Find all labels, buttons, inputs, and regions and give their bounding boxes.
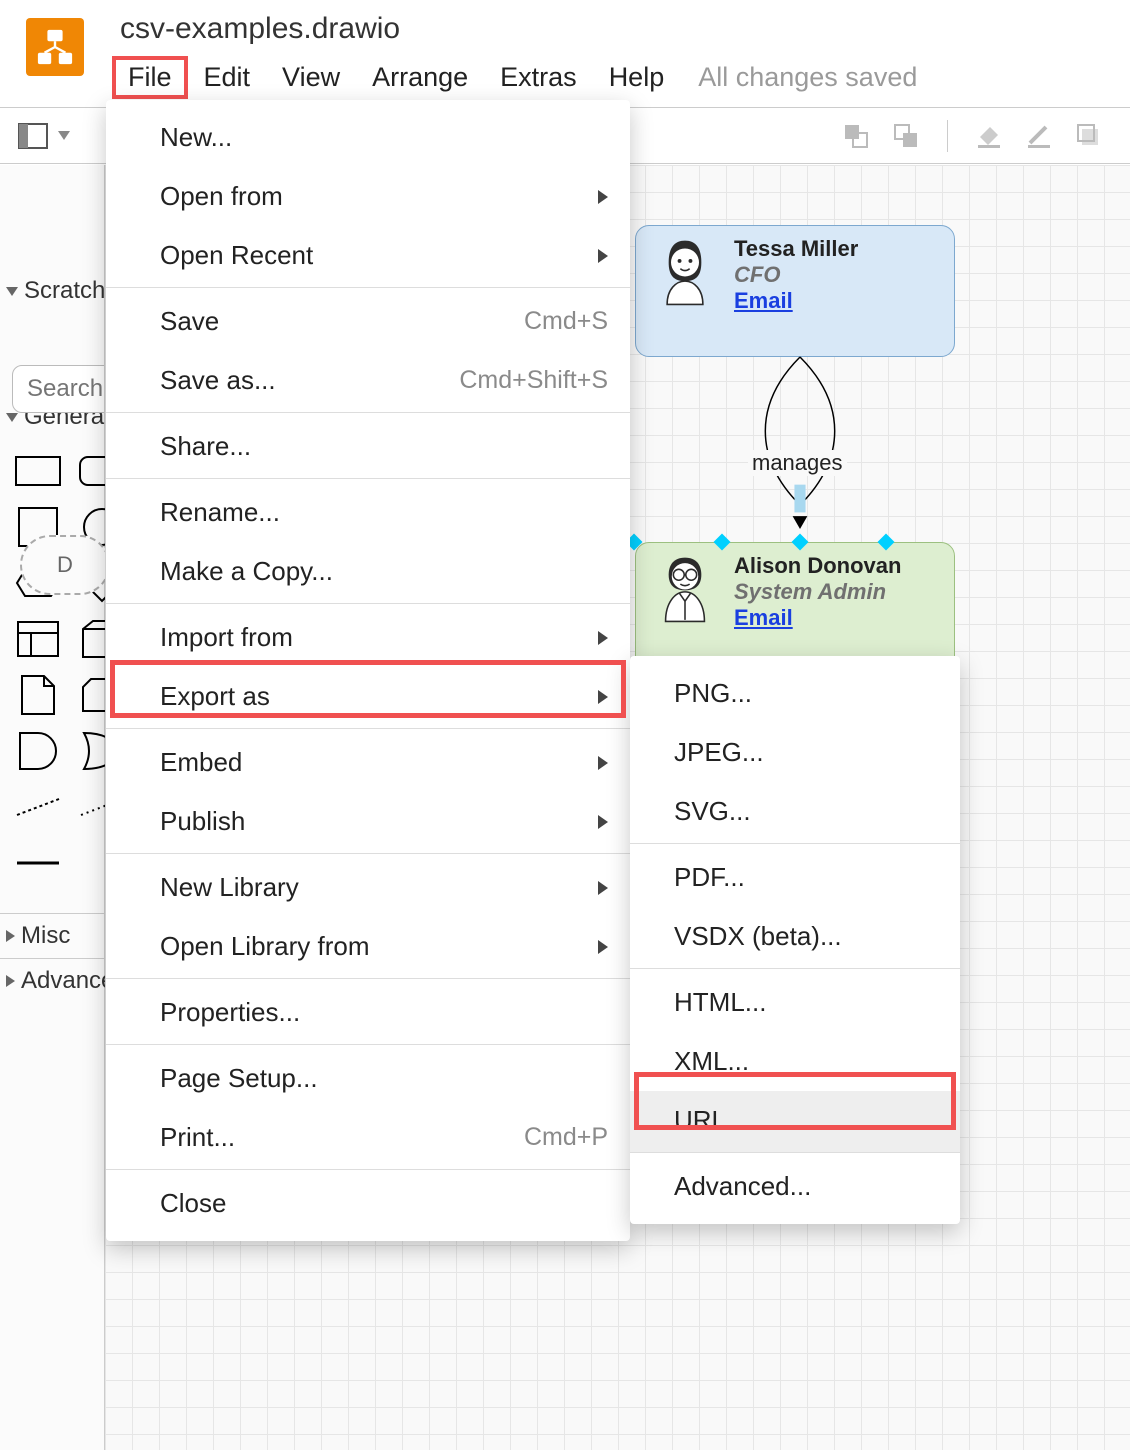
to-front-icon[interactable] — [891, 121, 921, 151]
misc-label: Misc — [21, 922, 70, 950]
title-bar: csv-examples.drawio File Edit View Arran… — [0, 0, 1130, 108]
submenu-arrow-icon — [598, 881, 608, 895]
shape-line[interactable] — [14, 843, 62, 883]
submenu-arrow-icon — [598, 815, 608, 829]
diagram-node-2[interactable]: Alison Donovan System Admin Email — [635, 542, 955, 670]
export-png[interactable]: PNG... — [630, 664, 960, 723]
menu-rename[interactable]: Rename... — [106, 483, 630, 542]
node2-email-link[interactable]: Email — [734, 605, 793, 630]
menu-open-recent[interactable]: Open Recent — [106, 226, 630, 288]
export-svg[interactable]: SVG... — [630, 782, 960, 844]
export-vsdx[interactable]: VSDX (beta)... — [630, 907, 960, 969]
menu-open-from[interactable]: Open from — [106, 167, 630, 226]
diagram-node-1[interactable]: Tessa Miller CFO Email — [635, 225, 955, 357]
menu-print[interactable]: Print...Cmd+P — [106, 1108, 630, 1170]
menu-make-copy[interactable]: Make a Copy... — [106, 542, 630, 604]
menu-close[interactable]: Close — [106, 1174, 630, 1233]
search-input[interactable] — [12, 365, 104, 413]
export-pdf[interactable]: PDF... — [630, 848, 960, 907]
toolbar-right-group — [841, 120, 1104, 152]
menu-arrange[interactable]: Arrange — [356, 56, 484, 99]
menubar: File Edit View Arrange Extras Help All c… — [112, 56, 917, 99]
shape-note[interactable] — [14, 675, 62, 715]
shadow-icon[interactable] — [1074, 121, 1104, 151]
node1-role: CFO — [734, 262, 858, 288]
menu-page-setup[interactable]: Page Setup... — [106, 1049, 630, 1108]
submenu-arrow-icon — [598, 190, 608, 204]
submenu-arrow-icon — [598, 631, 608, 645]
menu-edit[interactable]: Edit — [188, 56, 267, 99]
menu-export-as[interactable]: Export as — [106, 667, 630, 729]
misc-section[interactable]: Misc — [0, 914, 104, 958]
export-html[interactable]: HTML... — [630, 973, 960, 1032]
fill-color-icon[interactable] — [974, 121, 1004, 151]
shortcut-label: Cmd+S — [524, 307, 608, 336]
scratchpad-section[interactable]: Scratchpad — [0, 269, 104, 313]
export-jpeg[interactable]: JPEG... — [630, 723, 960, 782]
sidebar-toggle-icon[interactable] — [18, 121, 48, 151]
menu-open-library[interactable]: Open Library from — [106, 917, 630, 979]
shortcut-label: Cmd+P — [524, 1123, 608, 1152]
menu-new-library[interactable]: New Library — [106, 858, 630, 917]
export-submenu: PNG... JPEG... SVG... PDF... VSDX (beta)… — [630, 656, 960, 1224]
toolbar-separator — [947, 120, 948, 152]
shapes-sidebar: Scratchpad D General Misc Advanced — [0, 165, 105, 1450]
chevron-down-icon[interactable] — [58, 131, 70, 140]
menu-properties[interactable]: Properties... — [106, 983, 630, 1045]
menu-help[interactable]: Help — [593, 56, 681, 99]
menu-new[interactable]: New... — [106, 108, 630, 167]
node2-name: Alison Donovan — [734, 553, 901, 579]
submenu-arrow-icon — [598, 249, 608, 263]
shape-rect[interactable] — [14, 451, 62, 491]
menu-view[interactable]: View — [266, 56, 356, 99]
menu-extras[interactable]: Extras — [484, 56, 593, 99]
submenu-arrow-icon — [598, 756, 608, 770]
export-xml[interactable]: XML... — [630, 1032, 960, 1091]
shape-table[interactable] — [14, 619, 62, 659]
app-logo — [26, 18, 84, 76]
node1-email-link[interactable]: Email — [734, 288, 793, 313]
export-advanced[interactable]: Advanced... — [630, 1157, 960, 1216]
node2-role: System Admin — [734, 579, 901, 605]
shape-palette — [0, 439, 104, 903]
menu-import-from[interactable]: Import from — [106, 608, 630, 667]
avatar-female-icon — [650, 236, 720, 306]
avatar-male-glasses-icon — [650, 553, 720, 623]
edge-label: manages — [748, 450, 847, 476]
menu-publish[interactable]: Publish — [106, 792, 630, 854]
shortcut-label: Cmd+Shift+S — [459, 366, 608, 395]
file-menu-dropdown: New... Open from Open Recent SaveCmd+S S… — [106, 100, 630, 1241]
to-back-icon[interactable] — [841, 121, 871, 151]
document-title[interactable]: csv-examples.drawio — [112, 8, 917, 56]
submenu-arrow-icon — [598, 690, 608, 704]
scratchpad-drop-area[interactable]: D — [20, 535, 110, 595]
export-url[interactable]: URL... — [630, 1091, 960, 1153]
menu-save[interactable]: SaveCmd+S — [106, 292, 630, 351]
advanced-section[interactable]: Advanced — [0, 959, 104, 1003]
node1-name: Tessa Miller — [734, 236, 858, 262]
shape-line-dashed[interactable] — [14, 787, 62, 827]
menu-save-as[interactable]: Save as...Cmd+Shift+S — [106, 351, 630, 413]
menu-share[interactable]: Share... — [106, 417, 630, 479]
line-color-icon[interactable] — [1024, 121, 1054, 151]
shape-and[interactable] — [14, 731, 62, 771]
menu-embed[interactable]: Embed — [106, 733, 630, 792]
save-status: All changes saved — [698, 56, 917, 99]
submenu-arrow-icon — [598, 940, 608, 954]
drawio-logo-icon — [36, 28, 74, 66]
menu-file[interactable]: File — [112, 56, 188, 99]
